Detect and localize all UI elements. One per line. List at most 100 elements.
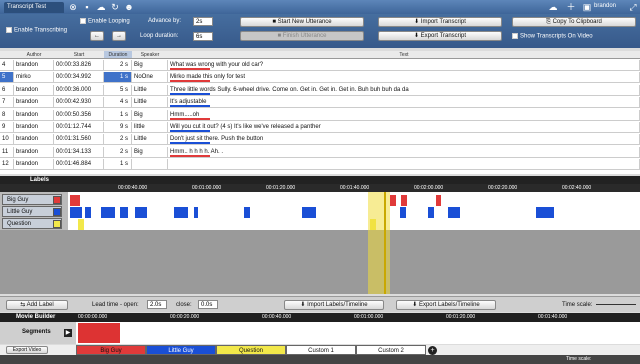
lane-color-swatch[interactable] bbox=[53, 196, 61, 204]
legend-custom-2[interactable]: Custom 2 bbox=[356, 345, 426, 355]
playhead[interactable] bbox=[384, 192, 386, 294]
playhead-region[interactable] bbox=[368, 192, 390, 294]
add-label-button[interactable]: ⇆ Add Label bbox=[6, 300, 68, 310]
export-transcript-button[interactable]: ⬇ Export Transcript bbox=[378, 31, 502, 41]
text-cell[interactable]: Hmm.. h h h h. Ah. . bbox=[168, 146, 640, 157]
table-row[interactable]: 12 brandon 00:01:46.884 1 s bbox=[0, 159, 640, 171]
text-cell[interactable]: It's adjustable bbox=[168, 97, 640, 108]
user-name[interactable]: brandon bbox=[594, 3, 616, 9]
text-header[interactable]: Text bbox=[168, 51, 640, 59]
start-header[interactable]: Start bbox=[54, 51, 104, 59]
show-on-video-checkbox[interactable]: Show Transcripts On Video bbox=[512, 33, 593, 40]
upload-cloud-icon[interactable]: ☁ bbox=[548, 2, 558, 12]
speaker-underline bbox=[170, 92, 210, 95]
n-cell: 11 bbox=[0, 146, 14, 157]
table-row[interactable]: 11 brandon 00:01:34.133 2 s Big Hmm.. h h h h… bbox=[0, 146, 640, 158]
label-segment[interactable] bbox=[400, 207, 406, 218]
users-icon[interactable]: ☻ bbox=[124, 2, 134, 12]
close-icon[interactable]: ⊗ bbox=[68, 2, 78, 12]
label-segment[interactable] bbox=[85, 207, 91, 218]
timeline-tick: 00:02:40.000 bbox=[562, 185, 592, 191]
table-row[interactable]: 9 brandon 00:01:12.744 9 s little Will you cu… bbox=[0, 122, 640, 133]
table-row[interactable]: 7 brandon 00:00:42.930 4 s Little It's adjust… bbox=[0, 97, 640, 109]
label-segment[interactable] bbox=[428, 207, 434, 218]
lane-little-guy[interactable]: Little Guy bbox=[2, 206, 62, 217]
label-segment[interactable] bbox=[244, 207, 250, 218]
advance-by-stepper[interactable]: 2s bbox=[193, 17, 213, 26]
duration-header[interactable]: Duration bbox=[104, 51, 132, 59]
checkbox-icon bbox=[6, 27, 12, 33]
segment-clip[interactable] bbox=[78, 323, 120, 343]
author-cell: brandon bbox=[14, 122, 54, 132]
text-cell[interactable]: Will you cut it out? (4 s) It's like we'… bbox=[168, 122, 640, 132]
text-cell[interactable]: Three little words Sully. 6-wheel drive.… bbox=[168, 84, 640, 95]
table-row[interactable]: 6 brandon 00:00:36.000 5 s Little Three littl… bbox=[0, 84, 640, 96]
play-icon[interactable]: ▶ bbox=[64, 329, 72, 337]
label-segment[interactable] bbox=[120, 207, 128, 218]
text-cell[interactable]: Hmm.....oh bbox=[168, 109, 640, 120]
text-cell[interactable]: Mirko made this only for test bbox=[168, 72, 640, 83]
start-new-utterance-button[interactable]: ■ Start New Utterance bbox=[240, 17, 364, 27]
enable-looping-checkbox[interactable]: Enable Looping bbox=[80, 18, 130, 25]
export-video-button[interactable]: Export Video bbox=[6, 346, 48, 354]
author-header[interactable]: Author bbox=[14, 51, 54, 59]
import-labels-button[interactable]: ⬇ Import Labels/Timeline bbox=[284, 300, 384, 310]
lane-panel: Big Guy Little Guy Question bbox=[0, 192, 68, 230]
loop-duration-stepper[interactable]: 6s bbox=[193, 32, 213, 41]
lane-color-swatch[interactable] bbox=[53, 208, 61, 216]
add-icon[interactable]: ＋ bbox=[566, 2, 576, 12]
label-segment[interactable] bbox=[194, 207, 198, 218]
label-segment[interactable] bbox=[74, 195, 80, 206]
refresh-icon[interactable]: ↻ bbox=[110, 2, 120, 12]
legend-question[interactable]: Question bbox=[216, 345, 286, 355]
label-segment[interactable] bbox=[302, 207, 316, 218]
dur-cell: 5 s bbox=[104, 84, 132, 95]
save-icon[interactable]: ▪ bbox=[82, 2, 92, 12]
back-button[interactable]: ← bbox=[90, 31, 104, 41]
table-row[interactable]: 5 mirko 00:00:34.992 1 s NoOne Mirko made thi… bbox=[0, 72, 640, 84]
close-time-stepper[interactable]: 0.0s bbox=[198, 300, 218, 309]
legend-little-guy[interactable]: Little Guy bbox=[146, 345, 216, 355]
legend-custom-1[interactable]: Custom 1 bbox=[286, 345, 356, 355]
forward-button[interactable]: → bbox=[112, 31, 126, 41]
segments-track[interactable]: Segments ▶ bbox=[0, 322, 640, 344]
export-labels-button[interactable]: ⬇ Export Labels/Timeline bbox=[396, 300, 496, 310]
add-custom-icon[interactable]: + bbox=[428, 346, 437, 355]
text-cell[interactable] bbox=[168, 159, 640, 170]
lane-big-guy[interactable]: Big Guy bbox=[2, 194, 62, 205]
label-segment[interactable] bbox=[390, 195, 396, 206]
label-segment[interactable] bbox=[78, 219, 84, 230]
copy-clipboard-button[interactable]: ⎘ Copy To Clipboard bbox=[512, 17, 636, 27]
label-segment[interactable] bbox=[174, 207, 188, 218]
text-cell[interactable]: What was wrong with your old car? bbox=[168, 60, 640, 70]
lane-question[interactable]: Question bbox=[2, 218, 62, 229]
label-segment[interactable] bbox=[101, 207, 115, 218]
enable-transcribing-checkbox[interactable]: Enable Transcribing bbox=[6, 27, 67, 34]
lane-color-swatch[interactable] bbox=[53, 220, 61, 228]
n-cell: 8 bbox=[0, 109, 14, 120]
labels-timeline[interactable]: 00:00:40.000 00:01:00.000 00:01:20.000 00:0… bbox=[0, 184, 640, 294]
lead-time-stepper[interactable]: 2.0s bbox=[147, 300, 167, 309]
label-segment[interactable] bbox=[70, 207, 82, 218]
finish-utterance-button[interactable]: ■ Finish Utterance bbox=[240, 31, 364, 41]
label-segment[interactable] bbox=[401, 195, 407, 206]
import-transcript-button[interactable]: ⬇ Import Transcript bbox=[378, 17, 502, 27]
expand-icon[interactable]: ⤢ bbox=[628, 2, 638, 12]
text-cell[interactable]: Don't just sit there. Push the button bbox=[168, 134, 640, 145]
label-segment[interactable] bbox=[436, 195, 441, 206]
start-new-label: Start New Utterance bbox=[277, 19, 332, 25]
table-row[interactable]: 10 brandon 00:01:31.560 2 s Little Don't just… bbox=[0, 134, 640, 146]
table-row[interactable]: 4 brandon 00:00:33.826 2 s Big What was wrong… bbox=[0, 60, 640, 71]
label-segment[interactable] bbox=[536, 207, 554, 218]
legend-big-guy[interactable]: Big Guy bbox=[76, 345, 146, 355]
cloud-icon[interactable]: ☁ bbox=[96, 2, 106, 12]
start-cell: 00:00:33.826 bbox=[54, 60, 104, 70]
label-segment[interactable] bbox=[448, 207, 460, 218]
time-scale-slider[interactable] bbox=[596, 304, 636, 305]
label-tracks[interactable] bbox=[68, 192, 640, 230]
close-time-label: close: bbox=[176, 302, 192, 308]
document-tab[interactable]: Transcript Test bbox=[4, 2, 64, 13]
table-row[interactable]: 8 brandon 00:00:50.356 1 s Big Hmm.....oh bbox=[0, 109, 640, 121]
speaker-header[interactable]: Speaker bbox=[132, 51, 168, 59]
label-segment[interactable] bbox=[135, 207, 147, 218]
